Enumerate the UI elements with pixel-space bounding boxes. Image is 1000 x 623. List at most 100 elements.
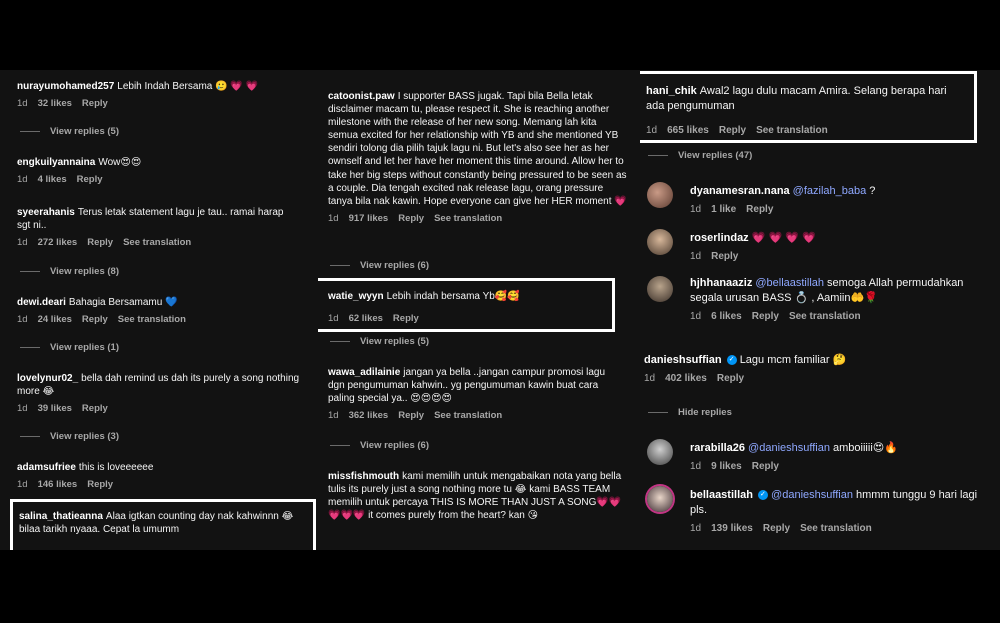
hide-replies-button[interactable]: Hide replies <box>648 407 732 418</box>
comment-username[interactable]: dewi.deari <box>17 297 66 308</box>
reply-button[interactable]: Reply <box>752 461 779 472</box>
avatar[interactable] <box>647 276 673 302</box>
comment-username[interactable]: syeerahanis <box>17 207 75 218</box>
likes-count[interactable]: 917 likes <box>349 213 389 224</box>
comment-username[interactable]: watie_wyyn <box>328 291 384 302</box>
divider-line <box>330 264 350 266</box>
likes-count[interactable]: 6 likes <box>711 311 742 322</box>
view-replies-button[interactable]: View replies (6) <box>330 440 429 451</box>
avatar[interactable] <box>647 182 673 208</box>
comment-username[interactable]: roserlindaz <box>690 232 749 244</box>
comment: missfishmouth kami memilih untuk mengabai… <box>328 470 628 522</box>
mention-link[interactable]: @bellaastillah <box>755 277 824 289</box>
comment-username[interactable]: hani_chik <box>646 85 697 97</box>
view-replies-button[interactable]: View replies (6) <box>330 260 429 271</box>
view-replies-button[interactable]: View replies (5) <box>20 126 119 137</box>
comment-time: 1d <box>328 313 339 324</box>
comment-time: 1d <box>17 403 28 414</box>
comment-time: 1d <box>690 204 702 215</box>
see-translation-button[interactable]: See translation <box>434 213 502 224</box>
reply-button[interactable]: Reply <box>746 204 773 215</box>
comment-username[interactable]: catoonist.paw <box>328 91 395 102</box>
comment-username[interactable]: rarabilla26 <box>690 442 745 454</box>
comment-username[interactable]: hjhhanaaziz <box>690 277 752 289</box>
view-replies-button[interactable]: View replies (47) <box>648 150 752 161</box>
reply-button[interactable]: Reply <box>82 314 108 325</box>
comment-username[interactable]: danieshsuffian <box>644 354 722 366</box>
view-replies-button[interactable]: View replies (3) <box>20 431 119 442</box>
verified-badge-icon: ✓ <box>757 490 768 501</box>
see-translation-button[interactable]: See translation <box>118 314 186 325</box>
comment-username[interactable]: lovelynur02_ <box>17 373 78 384</box>
comment-username[interactable]: missfishmouth <box>328 471 399 482</box>
reply-button[interactable]: Reply <box>393 313 419 324</box>
comment-time: 1d <box>17 479 28 490</box>
likes-count[interactable]: 32 likes <box>38 98 72 109</box>
reply-button[interactable]: Reply <box>711 251 738 262</box>
reply-button[interactable]: Reply <box>77 174 103 185</box>
verified-badge-icon: ✓ <box>726 355 737 366</box>
reply-button[interactable]: Reply <box>719 125 746 136</box>
comment-time: 1d <box>690 523 702 534</box>
comment: syeerahanis Terus letak statement lagu je… <box>17 206 304 249</box>
comment-text: ? <box>866 185 876 197</box>
reply-comment: dyanamesran.nana @fazilah_baba ? 1d 1 like… <box>690 184 992 216</box>
comment-username[interactable]: bellaastillah <box>690 489 753 501</box>
comment-username[interactable]: engkuilyannaina <box>17 157 95 168</box>
reply-button[interactable]: Reply <box>763 523 790 534</box>
comment-time: 1d <box>646 125 658 136</box>
highlighted-comment-box: hani_chik Awal2 lagu dulu macam Amira. Se… <box>640 71 977 143</box>
likes-count[interactable]: 1 like <box>711 204 736 215</box>
view-replies-label: View replies (8) <box>50 266 119 277</box>
comment-time: 1d <box>328 410 339 421</box>
reply-button[interactable]: Reply <box>87 237 113 248</box>
likes-count[interactable]: 139 likes <box>711 523 753 534</box>
comment-text: Lagu mcm familiar 🤔 <box>739 354 847 366</box>
comment-username[interactable]: wawa_adilainie <box>328 367 400 378</box>
see-translation-button[interactable]: See translation <box>434 410 502 421</box>
likes-count[interactable]: 4 likes <box>38 174 67 185</box>
reply-button[interactable]: Reply <box>398 213 424 224</box>
comments-column-right: hani_chik Awal2 lagu dulu macam Amira. Se… <box>640 70 1000 550</box>
hide-replies-label: Hide replies <box>678 407 732 418</box>
mention-link[interactable]: @danieshsuffian <box>748 442 830 454</box>
likes-count[interactable]: 24 likes <box>38 314 72 325</box>
divider-line <box>20 270 40 272</box>
comment-username[interactable]: salina_thatieanna <box>19 511 103 522</box>
reply-comment: bellaastillah ✓ @danieshsuffian hmmm tung… <box>690 488 992 535</box>
comment-text: 💗 💗 💗 💗 <box>751 232 816 244</box>
reply-button[interactable]: Reply <box>398 410 424 421</box>
reply-button[interactable]: Reply <box>717 373 744 384</box>
likes-count[interactable]: 402 likes <box>665 373 707 384</box>
reply-button[interactable]: Reply <box>752 311 779 322</box>
likes-count[interactable]: 362 likes <box>349 410 389 421</box>
avatar[interactable] <box>647 486 673 512</box>
view-replies-button[interactable]: View replies (8) <box>20 266 119 277</box>
mention-link[interactable]: @danieshsuffian <box>771 489 853 501</box>
comment-text: Lebih indah bersama Yb🥰🥰 <box>386 291 520 302</box>
mention-link[interactable]: @fazilah_baba <box>793 185 867 197</box>
likes-count[interactable]: 39 likes <box>38 403 72 414</box>
reply-button[interactable]: Reply <box>82 98 108 109</box>
likes-count[interactable]: 9 likes <box>711 461 742 472</box>
likes-count[interactable]: 146 likes <box>38 479 78 490</box>
reply-button[interactable]: Reply <box>87 479 113 490</box>
likes-count[interactable]: 665 likes <box>667 125 709 136</box>
view-replies-button[interactable]: View replies (1) <box>20 342 119 353</box>
view-replies-button[interactable]: View replies (5) <box>330 336 429 347</box>
comment: danieshsuffian ✓ Lagu mcm familiar 🤔 1d 40… <box>644 353 992 385</box>
see-translation-button[interactable]: See translation <box>800 523 872 534</box>
comment-username[interactable]: nurayumohamed257 <box>17 81 114 92</box>
reply-button[interactable]: Reply <box>82 403 108 414</box>
comment-username[interactable]: dyanamesran.nana <box>690 185 790 197</box>
avatar[interactable] <box>647 229 673 255</box>
view-replies-label: View replies (1) <box>50 342 119 353</box>
avatar[interactable] <box>647 439 673 465</box>
see-translation-button[interactable]: See translation <box>123 237 191 248</box>
see-translation-button[interactable]: See translation <box>756 125 828 136</box>
comment-username[interactable]: adamsufriee <box>17 462 76 473</box>
comment: dewi.deari Bahagia Bersamamu 💙 1d 24 likes… <box>17 296 318 326</box>
likes-count[interactable]: 272 likes <box>38 237 78 248</box>
likes-count[interactable]: 62 likes <box>349 313 383 324</box>
see-translation-button[interactable]: See translation <box>789 311 861 322</box>
